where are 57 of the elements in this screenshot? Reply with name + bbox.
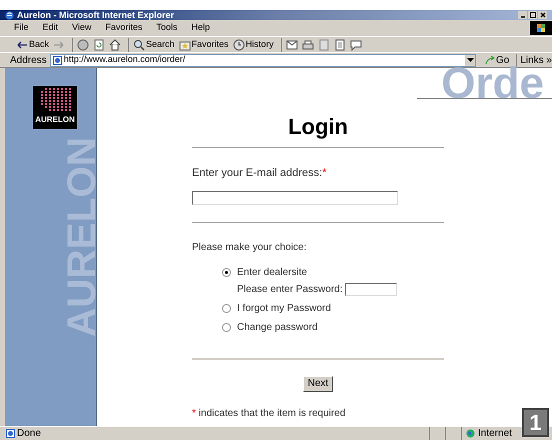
address-field[interactable]: http://www.aurelon.com/iorder/ xyxy=(50,54,476,66)
status-text: Done xyxy=(6,427,430,440)
stop-button[interactable] xyxy=(77,38,90,50)
email-label: Enter your E-mail address:* xyxy=(192,166,328,181)
page-icon xyxy=(52,56,62,64)
home-button[interactable] xyxy=(109,38,122,50)
forward-arrow-icon xyxy=(53,38,66,50)
menu-item[interactable]: Tools xyxy=(156,21,178,35)
required-note: * indicates that the item is required xyxy=(192,406,346,420)
email-field[interactable] xyxy=(192,190,398,204)
menu-item[interactable]: Help xyxy=(191,21,210,35)
option-label[interactable]: Enter dealersite xyxy=(237,264,308,280)
menu-item[interactable]: Favorites xyxy=(105,21,142,35)
clock-icon xyxy=(232,38,245,50)
option-label[interactable]: I forgot my Password xyxy=(237,300,331,316)
menu-item[interactable]: View xyxy=(72,21,92,35)
magnifier-icon xyxy=(133,38,146,50)
menu-item[interactable]: File xyxy=(14,21,29,35)
page-icon xyxy=(6,429,15,438)
go-arrow-icon xyxy=(485,56,496,64)
maximize-icon xyxy=(528,11,536,19)
page-heading: Login xyxy=(287,116,349,138)
next-button[interactable]: Next xyxy=(302,376,334,392)
close-button[interactable] xyxy=(538,11,547,19)
radio-button[interactable] xyxy=(222,304,231,312)
messenger-button[interactable] xyxy=(350,38,362,50)
menu-item[interactable]: Edit xyxy=(42,21,58,35)
print-button[interactable] xyxy=(302,38,314,50)
envelope-icon xyxy=(286,38,298,50)
option-label[interactable]: Change password xyxy=(237,320,318,334)
choice-label: Please make your choice: xyxy=(192,240,308,254)
windows-logo-icon xyxy=(530,21,552,35)
favorites-button[interactable]: Favorites xyxy=(178,38,229,52)
printer-icon xyxy=(302,38,314,50)
history-button[interactable]: History xyxy=(232,38,274,52)
globe-icon xyxy=(466,429,475,438)
search-button[interactable]: Search xyxy=(133,38,175,52)
minimize-button[interactable] xyxy=(518,11,527,19)
password-field[interactable] xyxy=(344,282,397,296)
radio-button[interactable] xyxy=(222,322,231,332)
number-badge: 1 xyxy=(522,408,549,437)
password-label: Please enter Password: xyxy=(237,282,343,296)
logo: AURELON xyxy=(33,86,77,129)
stop-icon xyxy=(77,38,90,50)
window-title: Aurelon - Microsoft Internet Explorer xyxy=(17,10,174,20)
discuss-button[interactable] xyxy=(334,38,346,50)
maximize-button[interactable] xyxy=(528,11,537,19)
close-icon xyxy=(538,11,546,19)
browser-icon xyxy=(5,10,14,20)
mail-button[interactable] xyxy=(286,38,298,50)
document-icon xyxy=(318,38,330,50)
refresh-button[interactable] xyxy=(93,38,106,50)
back-arrow-icon xyxy=(16,38,28,50)
zone-indicator: Internet xyxy=(462,426,512,440)
address-label: Address xyxy=(10,54,47,68)
radio-button[interactable] xyxy=(222,268,231,276)
back-button[interactable]: Back xyxy=(16,38,50,52)
